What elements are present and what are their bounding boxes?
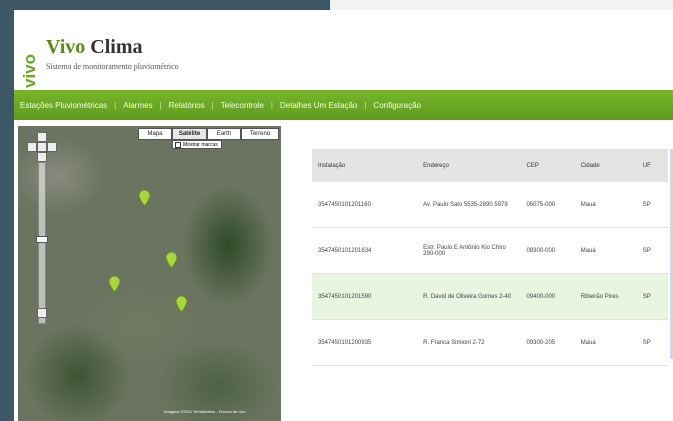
top-strip [0, 0, 673, 10]
map-marker-icon[interactable] [166, 252, 177, 268]
app-page: vivo Vivo Clima Sistema de monitoramento… [14, 10, 673, 421]
cell-cep: 09300-205 [520, 319, 575, 366]
nav-separator: | [159, 100, 162, 110]
col-header-cidade[interactable]: Cidade [574, 149, 637, 182]
table-header-row: Instalação Endereço CEP Cidade UF [312, 149, 668, 182]
brand-name: Vivo [46, 36, 86, 58]
col-header-endereco[interactable]: Endereço [417, 149, 521, 182]
brand-title: Vivo Clima [46, 36, 142, 59]
cell-endereco: R. Franca Simioni 2-72 [417, 319, 521, 366]
cell-uf: SP [636, 227, 668, 274]
stations-table: Instalação Endereço CEP Cidade UF 354745… [312, 149, 668, 366]
nav-item-configuracao[interactable]: Configuração [373, 101, 421, 110]
cell-cidade: Mauá [574, 227, 637, 274]
map-attribution: Imagens ©2011 TerraMetrics - Termos de U… [164, 409, 246, 414]
logo-text: vivo [22, 54, 39, 88]
cell-instalacao: 3547450101201634 [312, 227, 418, 274]
nav-item-alarmes[interactable]: Alarmes [123, 101, 152, 110]
cell-instalacao: 3547450101201160 [312, 182, 418, 228]
cell-uf: SP [636, 273, 668, 320]
pan-down-icon[interactable] [37, 152, 47, 162]
zoom-out-icon[interactable] [37, 308, 47, 318]
cell-instalacao: 3547450101201590 [312, 273, 418, 320]
checkbox-icon [175, 141, 181, 148]
zoom-control [26, 132, 57, 324]
cell-instalacao: 3547450101200935 [312, 319, 418, 366]
map-marker-icon[interactable] [176, 296, 187, 312]
nav-separator: | [270, 100, 273, 110]
cell-cep: 09400-000 [520, 273, 575, 320]
zoom-slider[interactable] [38, 162, 46, 324]
pan-right-icon[interactable] [47, 142, 57, 152]
nav-separator: | [364, 100, 367, 110]
nav-item-telecontrole[interactable]: Telecontrole [221, 101, 264, 110]
pan-up-icon[interactable] [37, 132, 47, 142]
map-labels-label: Mostrar marcas [183, 142, 218, 148]
col-header-instalacao[interactable]: Instalação [312, 149, 418, 182]
col-header-uf[interactable]: UF [636, 149, 668, 182]
satellite-map[interactable]: Mapa Satélite Earth Terreno Mostrar marc… [18, 126, 281, 421]
nav-separator: | [211, 100, 214, 110]
nav-item-detalhes[interactable]: Detalhes Um Estação [280, 101, 357, 110]
cell-cep: 09300-000 [520, 227, 575, 274]
map-marker-icon[interactable] [109, 276, 120, 292]
cell-uf: SP [636, 319, 668, 366]
vivo-logo-icon: vivo [22, 54, 39, 88]
cell-uf: SP [636, 182, 668, 228]
table-row[interactable]: 3547450101200935 R. Franca Simioni 2-72 … [312, 319, 668, 366]
brand-subtitle: Sistema de monitoramento pluviométrico [46, 62, 179, 71]
map-type-satelite[interactable]: Satélite [172, 128, 207, 140]
table-row[interactable]: 3547450101201160 Av. Paulo Sato 5535-289… [312, 182, 668, 228]
cell-cidade: Mauá [574, 182, 637, 228]
cell-cidade: Ribeirão Pires [574, 273, 637, 320]
map-labels-checkbox[interactable]: Mostrar marcas [172, 140, 222, 149]
brand-product: Clima [90, 36, 143, 58]
nav-item-estacoes[interactable]: Estações Pluviométricas [20, 101, 107, 110]
cell-endereco: Estr. Paulo E Antônio Kio Chiro 290-000 [417, 227, 521, 274]
table-row-highlighted[interactable]: 3547450101201590 R. David de Oliveira Go… [312, 273, 668, 320]
cell-cep: 05075-000 [520, 182, 575, 228]
map-type-mapa[interactable]: Mapa [138, 128, 172, 140]
cell-endereco: Av. Paulo Sato 5535-2890 5979 [417, 182, 521, 228]
map-type-terreno[interactable]: Terreno [241, 128, 279, 140]
main-nav: Estações Pluviométricas | Alarmes | Rela… [14, 90, 673, 120]
col-header-cep[interactable]: CEP [520, 149, 575, 182]
zoom-slider-knob[interactable] [36, 236, 48, 243]
nav-separator: | [114, 100, 117, 110]
cell-endereco: R. David de Oliveira Gomes 2-40 [417, 273, 521, 320]
top-strip-white [330, 0, 673, 10]
map-marker-icon[interactable] [139, 190, 150, 206]
table-row[interactable]: 3547450101201634 Estr. Paulo E Antônio K… [312, 227, 668, 274]
pan-center-icon[interactable] [37, 142, 47, 152]
stations-table-container: Instalação Endereço CEP Cidade UF 354745… [312, 149, 668, 366]
nav-item-relatorios[interactable]: Relatórios [169, 101, 205, 110]
pan-left-icon[interactable] [27, 142, 37, 152]
cell-cidade: Mauá [574, 319, 637, 366]
map-type-earth[interactable]: Earth [207, 128, 241, 140]
